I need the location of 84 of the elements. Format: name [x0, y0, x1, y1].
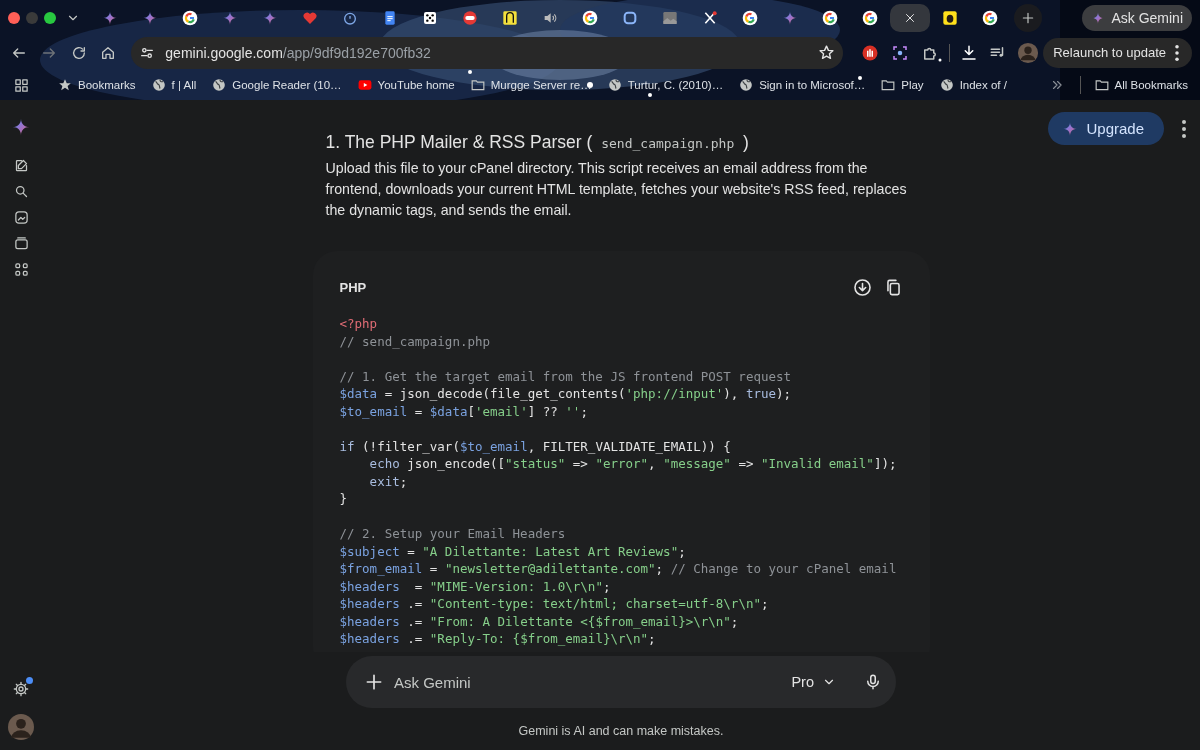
code-line: }	[339, 490, 348, 508]
globe-icon	[739, 78, 754, 92]
avatar-icon	[8, 714, 34, 740]
pill-icon	[462, 9, 478, 26]
notification-dot	[26, 677, 33, 684]
star-outline-icon[interactable]	[818, 44, 836, 61]
description-text: Upload this file to your cPanel directory. This script receives an email address from the frontend, downloads your current HTML template, fetches your website's RSS feed, replaces the dynamic tags, and sends the email.	[325, 159, 908, 220]
upgrade-button[interactable]: Upgrade	[1048, 112, 1164, 145]
url-text[interactable]: gemini.google.com/app/9df9d192e700fb32	[165, 44, 809, 61]
avatar-icon	[1017, 41, 1040, 64]
bookmark[interactable]: Index of /	[933, 75, 1013, 95]
bookmark[interactable]: YouTube home	[351, 75, 461, 95]
reload-icon	[70, 44, 87, 61]
bookmark[interactable]: Murgge Server re…	[464, 75, 598, 95]
bookmark[interactable]: Play	[875, 75, 930, 95]
model-picker[interactable]: Pro	[791, 674, 836, 690]
code-line: // 1. Get the target email from the JS frontend POST request	[339, 367, 792, 385]
plus-icon	[1021, 10, 1035, 25]
microphone-icon	[864, 673, 882, 691]
all-bookmarks-button[interactable]: All Bookmarks	[1088, 75, 1194, 95]
folder-icon	[1094, 78, 1109, 92]
language-label: PHP	[339, 279, 367, 295]
code-line: exit;	[368, 472, 408, 490]
bookmark[interactable]: Google Reader (10…	[206, 75, 348, 95]
code-line: $headers .= "From: A Dilettante <{$from_email}>\r\n";	[339, 612, 739, 630]
code-line: $data = json_decode(file_get_contents('php://input'), true);	[339, 385, 792, 403]
add-button[interactable]	[364, 672, 384, 692]
google-icon	[182, 9, 198, 26]
kebab-menu-icon	[1175, 44, 1179, 61]
code-line: echo json_encode(["status" => "error", "message" => "Invalid email"]);	[368, 455, 897, 473]
code-line: // 2. Setup your Email Headers	[339, 525, 566, 543]
bookmark[interactable]: Sign in to Microsof…	[733, 75, 872, 95]
x-icon	[702, 9, 718, 26]
bookmark[interactable]: f | All	[145, 75, 203, 95]
kebab-menu-icon	[1182, 119, 1186, 138]
google-icon	[862, 9, 878, 26]
grid-icon	[13, 77, 29, 93]
code-line: $headers = "MIME-Version: 1.0\r\n";	[339, 577, 611, 595]
bookmark[interactable]: Turtur, C. (2010)…	[601, 75, 730, 95]
relaunch-button[interactable]: Relaunch to update	[1053, 45, 1166, 60]
image-icon	[13, 209, 29, 225]
microphone-button[interactable]	[864, 673, 882, 691]
code-line: if (!filter_var($to_email, FILTER_VALIDATE_EMAIL)) {	[339, 437, 731, 455]
globe-icon	[607, 78, 622, 92]
tray-icon	[13, 235, 29, 251]
account-button[interactable]	[8, 714, 34, 740]
settings-icon	[13, 681, 29, 697]
download-circle-icon	[852, 277, 872, 297]
globe-icon	[151, 78, 166, 92]
more-button[interactable]	[1182, 119, 1186, 138]
google-icon	[982, 9, 998, 26]
home-icon	[100, 44, 117, 61]
folder-icon	[881, 78, 896, 92]
bookmark[interactable]: Bookmarks	[52, 75, 142, 95]
code-line: $from_email = "newsletter@adilettante.com"; // Change to your cPanel email	[339, 560, 897, 578]
document-icon	[382, 9, 398, 26]
code-line: $headers .= "Reply-To: {$from_email}\r\n";	[339, 630, 656, 648]
code-line: <?php	[339, 315, 378, 333]
google-icon	[742, 9, 758, 26]
heart-icon	[302, 9, 318, 26]
ask-gemini-button[interactable]: Ask Gemini	[1082, 4, 1192, 31]
download-button[interactable]	[852, 277, 872, 297]
apps-icon	[13, 261, 29, 277]
download-icon	[959, 43, 978, 62]
lens-icon	[891, 43, 909, 62]
globe-icon	[939, 78, 954, 92]
star-icon	[58, 78, 72, 92]
prompt-field[interactable]: Ask Gemini Pro	[346, 656, 896, 708]
globe-icon	[212, 78, 227, 92]
folder-icon	[470, 78, 485, 92]
search-icon	[13, 183, 29, 199]
section-heading: 1. The PHP Mailer & RSS Parser ( send_campaign.php )	[325, 131, 750, 154]
play-icon	[357, 78, 372, 92]
code-line: $to_email = $data['email'] ?? '';	[339, 402, 588, 420]
edit-icon	[13, 157, 29, 173]
code-line: // send_campaign.php	[339, 332, 490, 350]
plus-icon	[364, 672, 384, 692]
code-line: $subject = "A Dilettante: Latest Art Reviews";	[339, 542, 686, 560]
google-icon	[582, 9, 598, 26]
address-bar[interactable]: gemini.google.com/app/9df9d192e700fb32	[131, 36, 844, 69]
google-icon	[822, 9, 838, 26]
code-line: $headers .= "Content-type: text/html; charset=utf-8\r\n";	[339, 595, 769, 613]
close-icon[interactable]	[904, 11, 916, 24]
disclaimer-text: Gemini is AI and can make mistakes.	[518, 724, 724, 738]
